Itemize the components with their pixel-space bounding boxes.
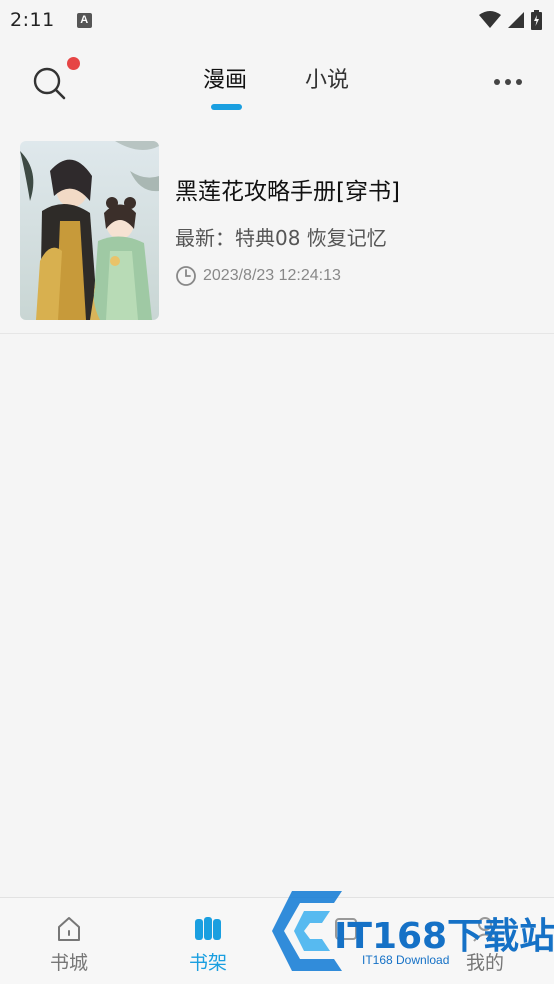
nav-item-profile[interactable]: 我的 bbox=[416, 898, 554, 984]
nav-label: 书架 bbox=[188, 952, 227, 974]
tab-novel[interactable]: 小说 bbox=[305, 66, 349, 96]
active-tab-indicator bbox=[211, 104, 242, 110]
latest-chapter: 最新：特典08 恢复记忆 bbox=[175, 226, 387, 250]
status-time: 2:11 bbox=[10, 9, 55, 31]
status-bar: 2:11 A bbox=[0, 0, 554, 40]
more-button[interactable] bbox=[490, 74, 526, 90]
notification-a-icon: A bbox=[76, 12, 92, 28]
more-dot-icon bbox=[494, 79, 500, 85]
update-time: 2023/8/23 12:24:13 bbox=[203, 267, 341, 284]
search-icon bbox=[33, 67, 66, 100]
bottom-nav: 书城 书架 我的 bbox=[0, 897, 554, 984]
category-icon bbox=[335, 918, 357, 940]
list-item[interactable]: 黑莲花攻略手册[穿书] 最新：特典08 恢复记忆 2023/8/23 12:24… bbox=[0, 124, 554, 334]
nav-item-category[interactable] bbox=[277, 898, 415, 984]
nav-label: 书城 bbox=[49, 952, 88, 974]
signal-icon bbox=[508, 12, 524, 28]
profile-icon bbox=[473, 917, 497, 942]
book-title: 黑莲花攻略手册[穿书] bbox=[175, 179, 400, 205]
search-button[interactable] bbox=[30, 64, 70, 104]
battery-icon bbox=[531, 10, 542, 30]
tab-manhua[interactable]: 漫画 bbox=[203, 66, 247, 96]
bookshelf-icon bbox=[195, 917, 221, 940]
nav-item-bookshelf[interactable]: 书架 bbox=[139, 898, 277, 984]
status-indicators bbox=[479, 10, 542, 30]
wifi-icon bbox=[479, 11, 501, 28]
top-bar: 漫画 小说 bbox=[0, 40, 554, 124]
book-cover[interactable] bbox=[20, 141, 159, 320]
more-dot-icon bbox=[505, 79, 511, 85]
nav-label: 我的 bbox=[465, 952, 504, 974]
notification-badge bbox=[67, 57, 80, 70]
clock-icon bbox=[176, 266, 196, 286]
nav-item-bookstore[interactable]: 书城 bbox=[0, 898, 138, 984]
cover-illustration bbox=[20, 141, 159, 320]
more-dot-icon bbox=[516, 79, 522, 85]
update-time-row: 2023/8/23 12:24:13 bbox=[175, 265, 341, 287]
home-icon bbox=[58, 917, 80, 941]
